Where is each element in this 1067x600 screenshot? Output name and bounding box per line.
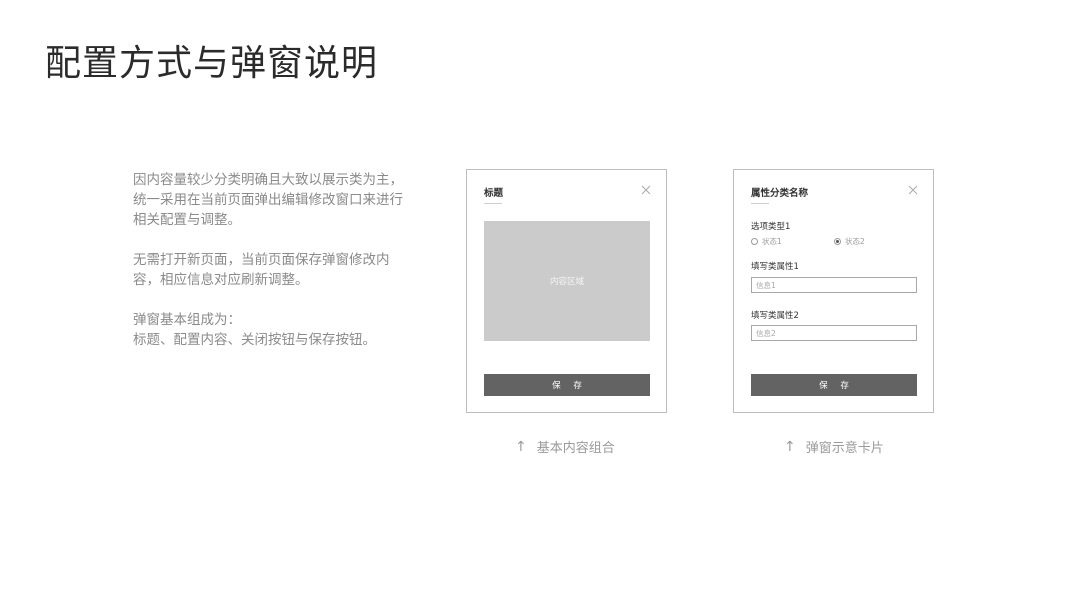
radio-circle-selected — [834, 238, 841, 245]
description-paragraph: 因内容量较少分类明确且大致以展示类为主， 统一采用在当前页面弹出编辑修改窗口来进… — [133, 172, 403, 228]
arrow-up-icon: ↑ — [784, 438, 796, 455]
title-underline — [751, 203, 769, 204]
close-icon[interactable] — [907, 184, 919, 196]
description-paragraph: 无需打开新页面，当前页面保存弹窗修改内 容，相应信息对应刷新调整。 — [133, 252, 390, 288]
radio-label: 状态2 — [845, 237, 865, 246]
save-button[interactable]: 保 存 — [751, 374, 917, 396]
field1-label: 填写类属性1 — [751, 262, 799, 272]
save-button[interactable]: 保 存 — [484, 374, 650, 396]
content-area: 内容区域 — [484, 221, 650, 341]
page-title: 配置方式与弹窗说明 — [45, 43, 379, 84]
content-area-label: 内容区域 — [549, 277, 584, 287]
modal-basic: 标题 内容区域 保 存 — [466, 169, 667, 413]
caption-text: 弹窗示意卡片 — [805, 441, 884, 456]
radio-circle — [751, 238, 758, 245]
radio-option-2[interactable]: 状态2 — [834, 236, 865, 247]
option-type-label: 选项类型1 — [751, 222, 791, 232]
field1-input[interactable] — [751, 277, 917, 293]
caption-example: ↑ 弹窗示意卡片 — [784, 437, 884, 457]
description-block: 因内容量较少分类明确且大致以展示类为主， 统一采用在当前页面弹出编辑修改窗口来进… — [133, 170, 413, 370]
modal-title: 属性分类名称 — [751, 188, 809, 199]
description-paragraph: 弹窗基本组成为： 标题、配置内容、关闭按钮与保存按钮。 — [133, 312, 376, 348]
close-icon[interactable] — [640, 184, 652, 196]
modal-title: 标题 — [484, 188, 504, 199]
radio-label: 状态1 — [762, 237, 782, 246]
radio-option-1[interactable]: 状态1 — [751, 236, 782, 247]
arrow-up-icon: ↑ — [515, 438, 527, 455]
field2-input[interactable] — [751, 325, 917, 341]
caption-text: 基本内容组合 — [536, 441, 615, 456]
title-underline — [484, 203, 502, 204]
caption-basic: ↑ 基本内容组合 — [515, 437, 615, 457]
modal-example: 属性分类名称 选项类型1 状态1 状态2 填写类属性1 填写类属性2 保 存 — [733, 169, 934, 413]
field2-label: 填写类属性2 — [751, 311, 799, 321]
